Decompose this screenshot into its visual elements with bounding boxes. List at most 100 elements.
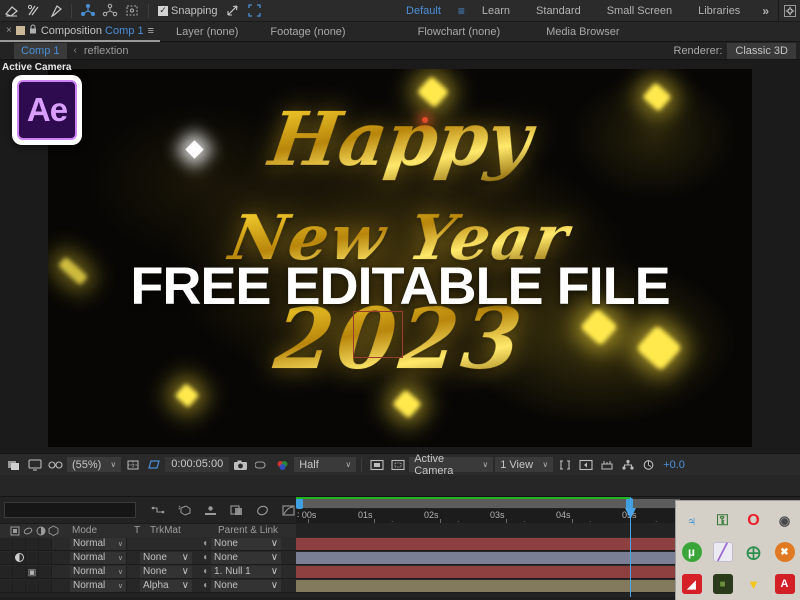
warning-disabled-icon[interactable]: ✖ [774,542,795,563]
tab-footage[interactable]: Footage (none) [254,26,361,38]
motion-blur-icon[interactable] [252,501,272,519]
shield-icon[interactable]: ⚿ [713,511,733,531]
pen-tool-icon[interactable]: ╱ [712,542,733,563]
solo-switch[interactable] [26,579,39,592]
current-time-display[interactable]: 0:00:05:00 [165,457,230,472]
preserve-transparency-switch[interactable] [126,551,127,564]
work-area-track[interactable] [296,499,680,508]
tab-flowchart[interactable]: Flowchart (none) [402,26,517,38]
video-switch[interactable] [0,537,13,550]
video-switch[interactable] [0,565,13,578]
snapping-toggle[interactable]: ✓ Snapping [154,5,222,17]
tab-close-icon[interactable]: × [6,25,12,36]
bluetooth-icon[interactable]: ♃ [682,511,702,531]
parent-link-cell[interactable]: ◖ None ∨ [202,579,282,592]
snapshot-camera-icon[interactable] [231,456,250,474]
parent-select[interactable]: None ∨ [211,537,282,550]
puppet-starch-tool-icon[interactable] [77,1,99,21]
workspace-menu-icon[interactable]: ≡ [454,4,469,18]
toggle-alpha-boundary-icon[interactable] [388,456,407,474]
tab-composition[interactable]: × Composition Comp 1 ≡ [0,22,160,42]
trkmat-select[interactable]: None ∨ [140,565,192,578]
eraser-tool-icon[interactable] [0,1,22,21]
workspace-libraries[interactable]: Libraries [685,0,753,22]
exposure-value[interactable]: +0.0 [660,459,685,471]
workspace-more-button[interactable]: » [753,4,778,18]
preserve-transparency-switch[interactable] [126,537,127,550]
blend-mode-select[interactable]: Normal ∨ [70,565,126,578]
workspace-default[interactable]: Default [393,0,454,22]
opera-icon[interactable]: O [744,511,764,531]
zoom-level-select[interactable]: (55%) ∨ [67,457,122,472]
pick-whip-icon[interactable]: ◖ [202,566,208,577]
renderer-value[interactable]: Classic 3D [727,43,796,59]
video-switch[interactable] [0,579,13,592]
dark-eye-icon[interactable]: ◉ [775,511,795,531]
breadcrumb-comp[interactable]: Comp 1 [14,42,67,59]
parent-link-cell[interactable]: ◖ None ∨ [202,537,282,550]
audio-switch[interactable] [13,565,26,578]
draft-3d-icon[interactable] [174,501,194,519]
audio-switch[interactable] [13,551,26,564]
preserve-transparency-switch[interactable] [126,579,127,592]
lock-switch[interactable] [39,565,52,578]
frame-blending-icon[interactable] [226,501,246,519]
show-snapshot-icon[interactable] [252,456,271,474]
exposure-reset-icon[interactable] [639,456,658,474]
monitor-preview-icon[interactable] [25,456,44,474]
tab-media-browser[interactable]: Media Browser [530,26,635,38]
pick-whip-icon[interactable]: ◖ [202,552,208,563]
workspace-small-screen[interactable]: Small Screen [594,0,685,22]
snap-corners-icon[interactable] [244,1,266,21]
timeline-playhead[interactable] [625,497,636,597]
trkmat-select[interactable]: Alpha ∨ [140,579,192,592]
snap-arrow-icon[interactable] [222,1,244,21]
toggle-transparency-grid-icon[interactable] [4,456,23,474]
region-of-interest-icon[interactable] [144,456,163,474]
pick-whip-icon[interactable]: ◖ [202,580,208,591]
work-area-start-handle[interactable] [296,498,303,509]
tab-layer[interactable]: Layer (none) [160,26,254,38]
roto-brush-tool-icon[interactable] [22,1,44,21]
comp-flowchart-icon[interactable] [618,456,637,474]
parent-link-cell[interactable]: ◖ None ∨ [202,551,282,564]
parent-select[interactable]: None ∨ [211,579,282,592]
graph-editor-icon[interactable] [278,501,298,519]
view-camera-select[interactable]: Active Camera ∨ [409,453,494,477]
timeline-ruler[interactable]: ∶ 00s 01s 02s 03s 04s 05s . . . . . [296,497,680,524]
adobe-red-icon[interactable]: ◢ [681,574,702,595]
lock-icon[interactable] [29,24,37,37]
composition-viewport[interactable]: Active Camera Happy New Year 2023 Ae FRE… [0,60,800,453]
channel-color-icon[interactable] [273,456,292,474]
acrobat-icon[interactable]: A [774,574,795,595]
winrar-icon[interactable]: ▼ [744,574,764,594]
solo-switch[interactable] [26,551,39,564]
solo-switch[interactable] [26,537,39,550]
workspace-standard[interactable]: Standard [523,0,594,22]
parent-select[interactable]: None ∨ [211,551,282,564]
grid-guides-icon[interactable] [123,456,142,474]
tab-menu-icon[interactable]: ≡ [148,25,154,37]
3d-glasses-icon[interactable] [46,456,65,474]
lock-switch[interactable] [39,579,52,592]
toggle-mask-paths-icon[interactable] [367,456,386,474]
parent-link-cell[interactable]: ◖ 1. Null 1 ∨ [202,565,282,578]
resolution-select[interactable]: Half ∨ [294,457,357,472]
puppet-overlap-tool-icon[interactable] [99,1,121,21]
hide-shy-layers-icon[interactable] [200,501,220,519]
trkmat-select[interactable]: None ∨ [140,551,192,564]
blend-mode-select[interactable]: Normal ∨ [70,579,126,592]
workspace-learn[interactable]: Learn [469,0,523,22]
breadcrumb-text[interactable]: reflextion [84,45,129,57]
camo-lock-icon[interactable]: ■ [712,574,733,595]
lock-switch[interactable] [39,551,52,564]
puppet-pin-tool-icon[interactable] [44,1,66,21]
snapping-checkbox-icon[interactable]: ✓ [158,5,168,16]
parent-select[interactable]: 1. Null 1 ∨ [211,565,282,578]
puppet-bend-tool-icon[interactable] [121,1,143,21]
fast-previews-icon[interactable] [576,456,595,474]
workspace-settings-icon[interactable] [778,0,800,22]
video-switch[interactable] [0,551,13,564]
pixel-aspect-correction-icon[interactable] [555,456,574,474]
audio-switch[interactable] [13,579,26,592]
